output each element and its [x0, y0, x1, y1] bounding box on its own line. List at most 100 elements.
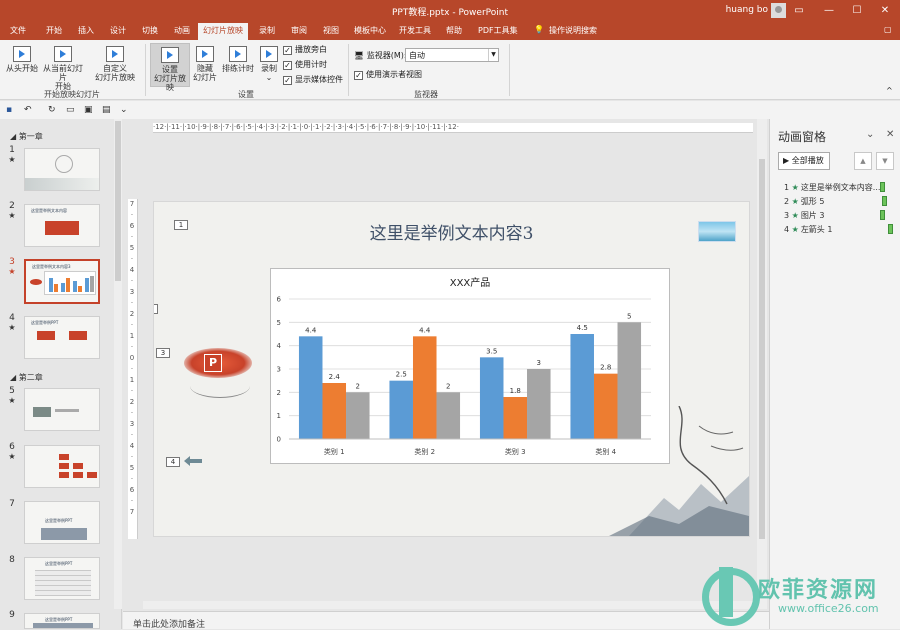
scrollbar-thumb[interactable]	[115, 121, 121, 281]
tab-help[interactable]: 帮助	[446, 25, 462, 36]
animation-item[interactable]: 4 ★ 左箭头 1	[784, 224, 893, 235]
tab-insert[interactable]: 插入	[78, 25, 94, 36]
animation-item[interactable]: 1 ★ 这里是举例文本内容...	[784, 182, 885, 193]
animation-tag[interactable]: 3	[156, 348, 170, 358]
animation-tag[interactable]: 1	[174, 220, 188, 230]
tell-me-search[interactable]: 操作说明搜索	[549, 25, 597, 36]
monitor-select-value: 自动	[409, 51, 425, 60]
user-name[interactable]: huang bo	[726, 5, 768, 15]
tab-template-center[interactable]: 模板中心	[354, 25, 386, 36]
tab-animations[interactable]: 动画	[174, 25, 190, 36]
y-tick-label: 6	[277, 296, 282, 304]
picture-icon[interactable]: ▣	[84, 105, 94, 115]
tab-review[interactable]: 审阅	[291, 25, 307, 36]
editor-horizontal-scrollbar[interactable]	[143, 601, 755, 609]
timeline-bar[interactable]	[880, 182, 885, 192]
slide-thumbnail-3[interactable]: 这里是举例文本内容3	[24, 259, 100, 304]
tab-developer[interactable]: 开发工具	[399, 25, 431, 36]
close-icon[interactable]: ✕	[886, 129, 894, 140]
redo-icon[interactable]: ↻	[48, 105, 58, 115]
tab-view[interactable]: 视图	[323, 25, 339, 36]
from-current-slide-button[interactable]: 从当前幻灯片 开始	[40, 46, 86, 91]
anim-item-num: 3	[784, 211, 790, 220]
use-timings-checkbox[interactable]: ✓ 使用计时	[283, 59, 327, 70]
custom-show-icon	[106, 46, 124, 62]
presentation-icon[interactable]: ▭	[66, 105, 76, 115]
close-button[interactable]: ✕	[874, 2, 896, 20]
arc-shape[interactable]	[190, 374, 250, 398]
notes-pane[interactable]: 单击此处添加备注	[123, 611, 769, 630]
maximize-button[interactable]: ☐	[846, 2, 868, 20]
section-header[interactable]: ◢ 第二章	[10, 372, 43, 383]
timeline-bar[interactable]	[888, 224, 893, 234]
ribbon-display-button[interactable]: ▭	[788, 2, 810, 20]
show-media-controls-checkbox[interactable]: ✓ 显示媒体控件	[283, 74, 343, 85]
slide-thumbnail-9[interactable]: 这里是举例PPT	[24, 613, 100, 629]
animation-item[interactable]: 2 ★ 弧形 5	[784, 196, 887, 207]
left-arrow-icon[interactable]	[184, 456, 202, 466]
anim-item-num: 4	[784, 225, 790, 234]
presenter-view-checkbox[interactable]: ✓ 使用演示者视图	[354, 69, 422, 80]
slide-thumbnail-5[interactable]	[24, 388, 100, 431]
set-up-slide-show-button[interactable]: 设置 幻灯片放映	[150, 43, 190, 92]
rehearse-timings-button[interactable]: 排练计时	[221, 46, 255, 73]
slide-icon[interactable]: ▤	[102, 105, 112, 115]
tab-home[interactable]: 开始	[46, 25, 62, 36]
timeline-bar[interactable]	[882, 196, 887, 206]
chevron-down-icon[interactable]: ⌄	[866, 129, 874, 140]
move-up-button[interactable]: ▲	[854, 152, 872, 170]
play-all-button[interactable]: ▶ 全部播放	[778, 152, 830, 170]
beach-photo[interactable]	[698, 221, 736, 242]
animation-tag[interactable]: 4	[166, 457, 180, 467]
timeline-bar[interactable]	[880, 210, 885, 220]
scrollbar-thumb[interactable]	[759, 159, 765, 539]
hide-slide-button[interactable]: 隐藏 幻灯片	[192, 46, 218, 82]
thumbnail-scrollbar[interactable]	[114, 119, 122, 609]
anim-item-label: 弧形 5	[800, 197, 825, 206]
play-narrations-checkbox[interactable]: ✓ 播放旁白	[283, 44, 327, 55]
customize-toolbar-icon[interactable]: ⌄	[120, 105, 130, 115]
animation-pane: 动画窗格 ⌄ ✕ ▶ 全部播放 ▲ ▼ 1 ★ 这里是举例文本内容... 2 ★ 弧…	[769, 119, 900, 629]
slide-thumbnail-8[interactable]: 这里是举例PPT	[24, 557, 100, 600]
comment-icon[interactable]: ▢	[884, 25, 892, 34]
tab-transitions[interactable]: 切换	[142, 25, 158, 36]
from-current-label-1: 从当前幻灯片	[43, 64, 83, 82]
slide-thumbnail-4[interactable]: 这里是举例PPT	[24, 316, 100, 359]
slide-title[interactable]: 这里是举例文本内容3	[154, 219, 749, 244]
tab-pdf-tools[interactable]: PDF工具集	[478, 25, 518, 36]
checkmark-icon: ✓	[354, 71, 363, 80]
avatar[interactable]	[771, 3, 786, 18]
save-icon[interactable]: ▪	[6, 105, 16, 115]
minimize-button[interactable]: —	[818, 2, 840, 20]
data-label: 2.8	[600, 364, 611, 372]
tab-record[interactable]: 录制	[259, 25, 275, 36]
play-narrations-label: 播放旁白	[295, 45, 327, 54]
y-tick-label: 0	[277, 436, 281, 444]
slide-thumbnail-2[interactable]: 这里是举例文本内容	[24, 204, 100, 247]
slide-number: 8	[8, 555, 16, 565]
undo-icon[interactable]: ↶	[24, 105, 34, 115]
chevron-down-icon: ⌄	[265, 73, 273, 82]
record-button[interactable]: 录制 ⌄	[258, 46, 280, 82]
animation-item[interactable]: 3 ★ 图片 3	[784, 210, 885, 221]
thumb-title: 这里是举例文本内容3	[32, 264, 71, 269]
move-down-button[interactable]: ▼	[876, 152, 894, 170]
tab-file[interactable]: 文件	[10, 25, 26, 36]
slide-thumbnail-6[interactable]	[24, 445, 100, 488]
slide-number: 3 ★	[8, 257, 16, 276]
slide-canvas[interactable]: 这里是举例文本内容3 1 2 3 4 P XXX产品01234564.42.42…	[153, 201, 750, 537]
chart-bar	[346, 392, 370, 439]
section-header[interactable]: ◢ 第一章	[10, 131, 43, 142]
from-beginning-button[interactable]: 从头开始	[4, 46, 40, 73]
tab-slide-show[interactable]: 幻灯片放映	[198, 23, 248, 40]
custom-slide-show-button[interactable]: 自定义 幻灯片放映	[92, 46, 138, 82]
slide-thumbnail-7[interactable]: 这里是举例PPT	[24, 501, 100, 544]
tab-design[interactable]: 设计	[110, 25, 126, 36]
collapse-ribbon-icon[interactable]: ^	[886, 86, 893, 95]
monitor-select[interactable]: 自动 ▼	[405, 48, 499, 62]
thumb-title: 这里是举例PPT	[45, 518, 73, 523]
slide-thumbnail-1[interactable]	[24, 148, 100, 191]
editor-vertical-scrollbar[interactable]	[757, 119, 767, 609]
thumb-title: 这里是举例PPT	[45, 561, 73, 566]
animation-tag[interactable]: 2	[154, 304, 158, 314]
